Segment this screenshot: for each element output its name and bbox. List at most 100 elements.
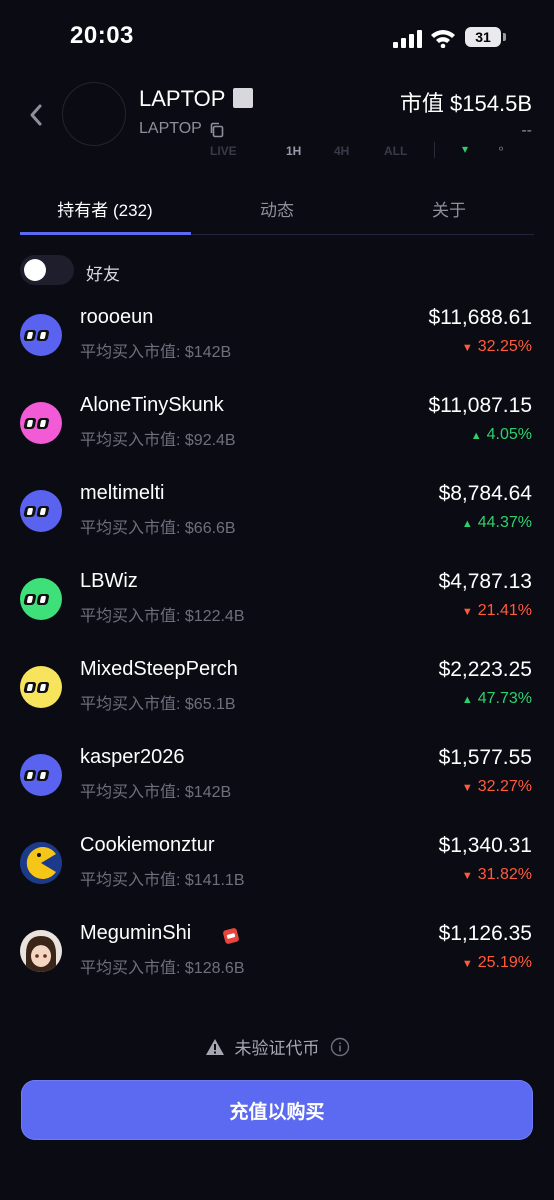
holder-value: $11,688.61 [428,306,532,329]
battery-indicator: 31 [465,27,501,47]
token-name: LAPTOP [139,86,226,111]
holder-change-percent: 31.82% [477,866,532,883]
holder-name: roooeun [80,306,154,328]
verified-badge-icon [221,926,241,946]
deposit-to-buy-button[interactable]: 充值以购买 [21,1080,533,1140]
holder-avg-buy-mcap: 平均买入市值: $122.4B [80,608,245,625]
holder-change-percent: 47.73% [477,690,532,707]
holder-row[interactable]: AloneTinySkunk 平均买入市值: $92.4B $11,087.15 ▲ 4… [0,392,554,476]
holder-avg-buy-mcap: 平均买入市值: $142B [80,344,232,361]
friends-label: 好友 [86,265,120,284]
copy-icon[interactable] [209,122,225,138]
holder-avatar [20,842,62,884]
status-time: 20:03 [70,22,134,49]
holder-name: AloneTinySkunk [80,394,224,416]
holder-row[interactable]: MixedSteepPerch 平均买入市值: $65.1B $2,223.25 ▲ 4… [0,656,554,740]
holder-avatar [20,578,62,620]
holder-change-percent: 44.37% [477,514,532,531]
market-cap: 市值 $154.5B [399,91,532,116]
holder-avatar [20,314,62,356]
holder-row[interactable]: meltimelti 平均买入市值: $66.6B $8,784.64 ▲ 44.37% [0,480,554,564]
unverified-label: 未验证代币 [234,1039,320,1058]
back-chevron-icon[interactable] [26,100,46,130]
holder-avatar [20,754,62,796]
anime-avatar-icon [20,930,62,972]
holder-avatar [20,490,62,532]
timeframe-1h[interactable]: 1H [286,144,301,158]
tab-bar: 持有者 (232) 动态 关于 [20,182,534,235]
friends-filter: 好友 [20,255,320,287]
holder-change-percent: 32.25% [477,338,532,355]
warning-icon [205,1038,224,1055]
holder-change: ▲ 4.05% [471,426,532,444]
holder-name: Cookiemonztur [80,834,215,856]
holder-value: $1,126.35 [438,922,532,945]
tab-about[interactable]: 关于 [364,196,534,221]
face-icon [23,506,50,517]
holder-avatar [20,930,62,972]
face-icon [23,330,50,341]
battery-tip [503,33,506,41]
holder-name: LBWiz [80,570,138,592]
info-icon[interactable] [330,1037,350,1057]
friends-toggle[interactable] [20,255,74,285]
face-icon [23,594,50,605]
chart-type-icon[interactable]: ▾ [462,142,468,156]
holder-avatar [20,402,62,444]
holder-row[interactable]: kasper2026 平均买入市值: $142B $1,577.55 ▼ 32.27% [0,744,554,828]
tab-activity[interactable]: 动态 [192,196,362,221]
holder-name: kasper2026 [80,746,185,768]
holder-change: ▼ 32.27% [462,778,532,796]
holder-change-percent: 32.27% [477,778,532,795]
triangle-down-icon: ▼ [461,782,473,794]
triangle-down-icon: ▼ [461,870,473,882]
active-tab-indicator [20,232,191,235]
tab-holders[interactable]: 持有者 (232) [20,196,190,221]
market-cap-change: -- [521,122,532,139]
holder-row[interactable]: LBWiz 平均买入市值: $122.4B $4,787.13 ▼ 21.41% [0,568,554,652]
triangle-up-icon: ▲ [461,518,473,530]
timeframe-4h[interactable]: 4H [334,144,349,158]
triangle-down-icon: ▼ [461,342,473,354]
triangle-down-icon: ▼ [461,958,473,970]
holder-avg-buy-mcap: 平均买入市值: $141.1B [80,872,245,889]
holder-row[interactable]: roooeun 平均买入市值: $142B $11,688.61 ▼ 32.25% [0,304,554,388]
holder-avg-buy-mcap: 平均买入市值: $66.6B [80,520,236,537]
pacman-avatar-icon [20,842,62,884]
holder-change-percent: 21.41% [477,602,532,619]
token-avatar [62,82,126,146]
holder-avg-buy-mcap: 平均买入市值: $142B [80,784,232,801]
holder-value: $1,577.55 [438,746,532,769]
holder-value: $1,340.31 [438,834,532,857]
holder-change: ▼ 32.25% [462,338,532,356]
holder-avatar [20,666,62,708]
status-bar: 20:03 31 [0,0,554,76]
holder-avg-buy-mcap: 平均买入市值: $128.6B [80,960,245,977]
face-icon [23,770,50,781]
holder-change-percent: 25.19% [477,954,532,971]
face-icon [23,682,50,693]
holder-name: MeguminShi [80,922,192,944]
holder-change: ▲ 44.37% [462,514,532,532]
timeframe-tabs: LIVE 1H 4H ALL ▾ ⚬ [0,142,554,158]
triangle-up-icon: ▲ [470,430,482,442]
wifi-icon [431,30,455,48]
holder-change: ▼ 25.19% [462,954,532,972]
holder-change: ▼ 21.41% [462,602,532,620]
timeframe-live[interactable]: LIVE [210,144,237,158]
triangle-up-icon: ▲ [461,694,473,706]
token-ticker: LAPTOP [139,120,202,137]
timeframe-divider [434,142,435,158]
toggle-knob [24,259,46,281]
token-badge-icon [233,88,253,108]
timeframe-all[interactable]: ALL [384,144,407,158]
settings-icon[interactable]: ⚬ [496,142,506,156]
triangle-down-icon: ▼ [461,606,473,618]
holder-value: $2,223.25 [438,658,532,681]
face-icon [23,418,50,429]
holder-value: $8,784.64 [438,482,532,505]
holder-avg-buy-mcap: 平均买入市值: $92.4B [80,432,236,449]
holder-row[interactable]: Cookiemonztur 平均买入市值: $141.1B $1,340.31 ▼ 31… [0,832,554,916]
holder-value: $4,787.13 [438,570,532,593]
holder-change: ▼ 31.82% [462,866,532,884]
